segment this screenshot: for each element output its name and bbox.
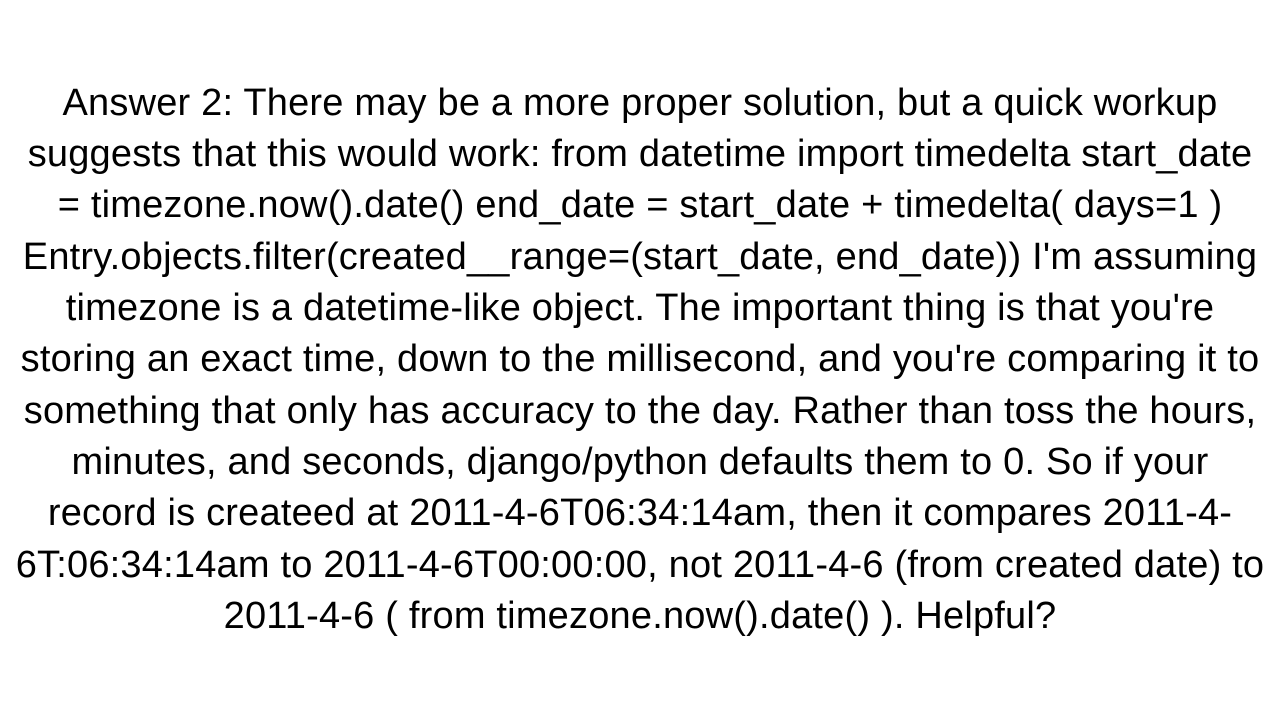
answer-text: Answer 2: There may be a more proper sol…	[15, 78, 1265, 642]
